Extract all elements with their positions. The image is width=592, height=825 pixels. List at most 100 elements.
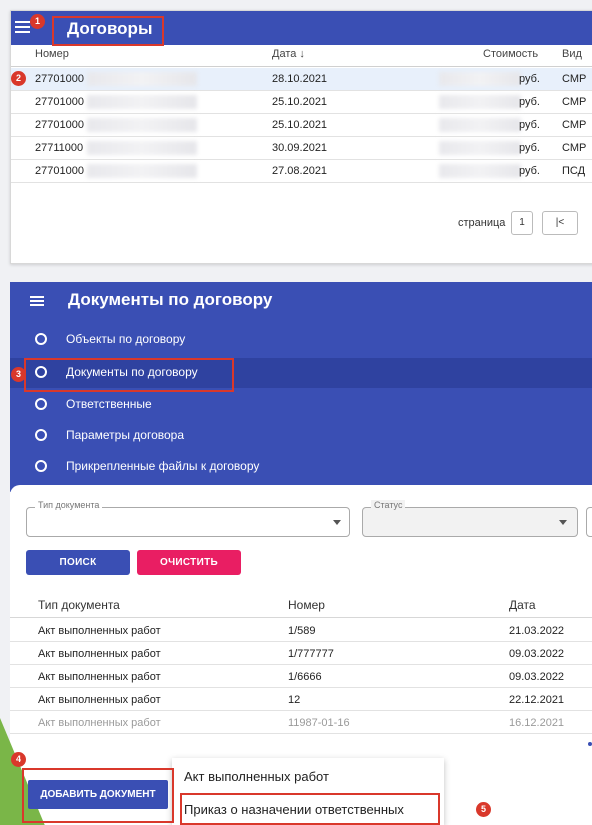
documents-panel-title: Документы по договору (68, 290, 273, 309)
highlight-contracts-title (52, 16, 164, 46)
nav-item-objects[interactable]: Объекты по договору (10, 325, 592, 355)
document-row[interactable]: Акт выполненных работ 12 22.12.2021 (10, 688, 592, 711)
redacted-number (87, 95, 197, 109)
contract-date: 28.10.2021 (272, 73, 328, 85)
col-doc-date[interactable]: Дата (509, 598, 536, 612)
dropdown-arrow-icon (333, 520, 341, 525)
callout-badge: 2 (11, 71, 26, 86)
contract-row[interactable]: 27701000 25.10.2021 руб. СМР (11, 91, 592, 114)
doc-type: Акт выполненных работ (38, 694, 161, 706)
document-row[interactable]: Акт выполненных работ 1/777777 09.03.202… (10, 642, 592, 665)
doc-number: 1/6666 (288, 671, 322, 683)
menu-item-work-act[interactable]: Акт выполненных работ (184, 769, 329, 784)
contract-currency: руб. (519, 119, 540, 131)
contract-number: 27701000 (35, 96, 84, 108)
contract-row[interactable]: 27701000 28.10.2021 руб. СМР (11, 68, 592, 91)
nav-item-responsible[interactable]: Ответственные (10, 390, 592, 420)
col-doc-type[interactable]: Тип документа (38, 598, 120, 612)
first-page-button[interactable]: |< (542, 211, 578, 235)
clear-button[interactable]: ОЧИСТИТЬ (137, 550, 241, 575)
contract-number: 27711000 (35, 142, 84, 154)
doc-number: 1/589 (288, 625, 316, 637)
dropdown-arrow-icon (559, 520, 567, 525)
loading-dot-icon (588, 742, 592, 746)
redacted-number (87, 141, 197, 155)
col-date[interactable]: Дата ↓ (272, 48, 305, 60)
nav-item-label: Прикрепленные файлы к договору (66, 459, 260, 473)
redacted-cost (439, 118, 521, 132)
highlight-documents-nav (24, 358, 234, 392)
doc-date: 09.03.2022 (509, 671, 565, 683)
redacted-cost (439, 72, 521, 86)
redacted-cost (439, 164, 521, 178)
page-number-button[interactable]: 1 (511, 211, 533, 235)
contracts-table-header: Номер Дата ↓ Стоимость Вид (11, 45, 592, 67)
contract-row[interactable]: 27701000 27.08.2021 руб. ПСД (11, 160, 592, 183)
radio-icon (35, 429, 47, 441)
col-cost[interactable]: Стоимость (483, 48, 538, 60)
contract-kind: СМР (562, 73, 587, 85)
contract-date: 30.09.2021 (272, 142, 328, 154)
col-number[interactable]: Номер (35, 48, 69, 60)
doc-date: 16.12.2021 (509, 717, 565, 729)
extra-filter-field[interactable] (586, 507, 592, 537)
contracts-panel: Договоры Номер Дата ↓ Стоимость Вид 2770… (10, 10, 592, 264)
radio-icon (35, 460, 47, 472)
nav-item-label: Ответственные (66, 397, 152, 411)
contract-row[interactable]: 27711000 30.09.2021 руб. СМР (11, 137, 592, 160)
contract-kind: СМР (562, 142, 587, 154)
search-button[interactable]: ПОИСК (26, 550, 130, 575)
col-doc-number[interactable]: Номер (288, 598, 325, 612)
contract-currency: руб. (519, 165, 540, 177)
document-row[interactable]: Акт выполненных работ 1/6666 09.03.2022 (10, 665, 592, 688)
doc-date: 09.03.2022 (509, 648, 565, 660)
redacted-number (87, 164, 197, 178)
contract-number: 27701000 (35, 73, 84, 85)
contract-date: 27.08.2021 (272, 165, 328, 177)
page-label: страница (458, 217, 506, 229)
highlight-responsible-order (180, 793, 440, 825)
contract-currency: руб. (519, 142, 540, 154)
doc-type: Акт выполненных работ (38, 625, 161, 637)
contract-kind: СМР (562, 96, 587, 108)
contract-number: 27701000 (35, 165, 84, 177)
status-select[interactable]: Статус (362, 500, 578, 537)
status-label: Статус (371, 500, 406, 510)
col-kind[interactable]: Вид (562, 48, 582, 60)
collapse-menu-icon[interactable] (30, 296, 44, 306)
callout-badge: 5 (476, 802, 491, 817)
menu-icon[interactable] (15, 21, 30, 33)
doc-number: 1/777777 (288, 648, 334, 660)
documents-table-header: Тип документа Номер Дата (10, 590, 592, 618)
doc-date: 22.12.2021 (509, 694, 565, 706)
contract-currency: руб. (519, 73, 540, 85)
doc-type: Акт выполненных работ (38, 648, 161, 660)
doc-type-label: Тип документа (35, 500, 103, 510)
contract-date: 25.10.2021 (272, 119, 328, 131)
nav-item-label: Объекты по договору (66, 332, 186, 346)
contract-date: 25.10.2021 (272, 96, 328, 108)
redacted-cost (439, 141, 521, 155)
contract-kind: СМР (562, 119, 587, 131)
doc-number: 11987-01-16 (288, 717, 350, 729)
document-row[interactable]: Акт выполненных работ 1/589 21.03.2022 (10, 619, 592, 642)
document-row[interactable]: Акт выполненных работ 11987-01-16 16.12.… (10, 711, 592, 734)
nav-item-attached-files[interactable]: Прикрепленные файлы к договору (10, 452, 592, 482)
contract-number: 27701000 (35, 119, 84, 131)
contract-row[interactable]: 27701000 25.10.2021 руб. СМР (11, 114, 592, 137)
contract-kind: ПСД (562, 165, 586, 177)
callout-badge: 3 (11, 367, 26, 382)
nav-item-label: Параметры договора (66, 428, 185, 442)
callout-badge: 1 (30, 14, 45, 29)
radio-icon (35, 333, 47, 345)
redacted-cost (439, 95, 521, 109)
highlight-add-document (22, 768, 174, 823)
doc-type: Акт выполненных работ (38, 717, 161, 729)
screenshot-frame: Договоры Номер Дата ↓ Стоимость Вид 2770… (0, 0, 592, 825)
doc-type-select[interactable]: Тип документа (26, 500, 350, 537)
callout-badge: 4 (11, 752, 26, 767)
doc-type: Акт выполненных работ (38, 671, 161, 683)
contract-currency: руб. (519, 96, 540, 108)
redacted-number (87, 72, 197, 86)
nav-item-parameters[interactable]: Параметры договора (10, 421, 592, 451)
